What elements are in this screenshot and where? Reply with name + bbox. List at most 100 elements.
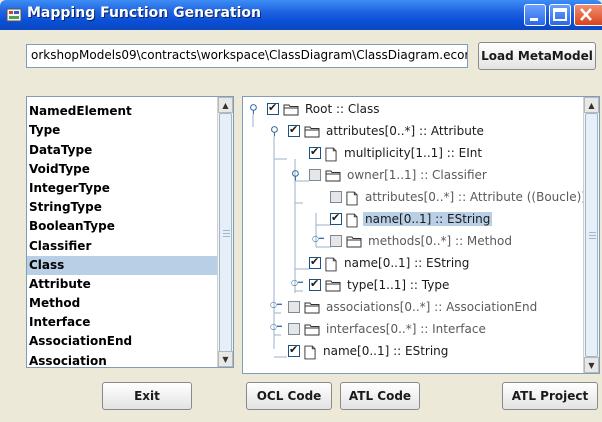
- folder-icon: [325, 279, 341, 292]
- class-tree[interactable]: ⚲Root :: Class⚲attributes[0..*] :: Attri…: [242, 96, 600, 374]
- scroll-grip-line: [223, 233, 230, 234]
- scroll-up-arrow[interactable]: ▲: [584, 97, 599, 113]
- tree-node-label: name[0..1] :: EString: [344, 256, 470, 270]
- close-icon: [580, 8, 592, 21]
- tree-node[interactable]: associations[0..*] :: AssociationEnd: [288, 297, 539, 317]
- tree-node-label: type[1..1] :: Type: [347, 278, 450, 292]
- title-bar[interactable]: Mapping Function Generation: [0, 0, 602, 30]
- maximize-icon: [553, 8, 567, 21]
- file-icon: [325, 147, 338, 161]
- class-list-item[interactable]: Type: [27, 121, 219, 140]
- scroll-grip-line: [223, 236, 230, 237]
- scroll-grip-line: [223, 230, 230, 231]
- scroll-grip-line: [589, 238, 596, 239]
- collapse-handle-icon[interactable]: ⚲: [249, 102, 258, 116]
- scroll-up-arrow[interactable]: ▲: [218, 97, 233, 113]
- class-list-item[interactable]: Association: [27, 352, 219, 367]
- minimize-icon: [530, 18, 538, 21]
- class-list-item[interactable]: AssociationEnd: [27, 332, 219, 351]
- scroll-down-arrow[interactable]: ▼: [584, 357, 599, 373]
- tree-node-label: Root :: Class: [305, 102, 380, 116]
- tree-node[interactable]: name[0..1] :: EString: [330, 209, 493, 229]
- class-list-item[interactable]: StringType: [27, 198, 219, 217]
- arrow-down-icon: ▼: [222, 354, 229, 364]
- arrow-down-icon: ▼: [588, 360, 595, 370]
- node-checkbox[interactable]: [288, 301, 300, 313]
- tree-node[interactable]: owner[1..1] :: Classifier: [309, 165, 489, 185]
- node-checkbox[interactable]: [309, 277, 321, 291]
- ocl-code-button[interactable]: OCL Code: [246, 382, 332, 410]
- folder-icon: [304, 301, 320, 314]
- tree-node-label: methods[0..*] :: Method: [368, 234, 512, 248]
- node-checkbox[interactable]: [288, 323, 300, 335]
- scroll-down-arrow[interactable]: ▼: [218, 351, 233, 367]
- close-button[interactable]: [574, 4, 602, 26]
- scroll-grip-line: [589, 232, 596, 233]
- class-list-item[interactable]: Attribute: [27, 275, 219, 294]
- node-checkbox[interactable]: [309, 145, 321, 159]
- tree-node-label: attributes[0..*] :: Attribute: [326, 124, 484, 138]
- scroll-thumb[interactable]: [219, 113, 232, 353]
- class-list-item[interactable]: DataType: [27, 141, 219, 160]
- tree-node-label: multiplicity[1..1] :: EInt: [344, 146, 483, 160]
- class-list-item[interactable]: Class: [27, 255, 219, 275]
- tree-node-label: interfaces[0..*] :: Interface: [326, 322, 486, 336]
- class-list-item[interactable]: IntegerType: [27, 179, 219, 198]
- node-checkbox[interactable]: [288, 343, 300, 357]
- expand-handle-icon[interactable]: ○━: [270, 300, 282, 309]
- file-icon: [325, 257, 338, 271]
- class-list-scrollbar[interactable]: ▲ ▼: [217, 97, 233, 367]
- window-title: Mapping Function Generation: [27, 5, 262, 21]
- expand-handle-icon[interactable]: ○━: [270, 322, 282, 331]
- tree-node[interactable]: attributes[0..*] :: Attribute: [288, 121, 486, 141]
- node-checkbox[interactable]: [330, 191, 342, 203]
- tree-node[interactable]: name[0..1] :: EString: [288, 341, 450, 361]
- tree-node[interactable]: Root :: Class: [267, 99, 381, 119]
- node-checkbox[interactable]: [309, 169, 321, 181]
- node-checkbox[interactable]: [288, 123, 300, 137]
- node-checkbox[interactable]: [309, 255, 321, 269]
- scroll-grip-line: [589, 235, 596, 236]
- folder-icon: [283, 103, 299, 116]
- tree-node-label: associations[0..*] :: AssociationEnd: [326, 300, 538, 314]
- class-list-item[interactable]: NamedElement: [27, 102, 219, 121]
- tree-node[interactable]: multiplicity[1..1] :: EInt: [309, 143, 484, 163]
- node-checkbox[interactable]: [267, 101, 279, 115]
- class-list-item[interactable]: VoidType: [27, 160, 219, 179]
- app-window: Mapping Function Generation orkshopModel…: [0, 0, 602, 422]
- expand-handle-icon[interactable]: ○━: [312, 234, 324, 243]
- class-list-item[interactable]: Method: [27, 294, 219, 313]
- scroll-thumb[interactable]: [585, 113, 598, 357]
- exit-button[interactable]: Exit: [102, 382, 192, 410]
- class-list-item[interactable]: BooleanType: [27, 217, 219, 236]
- atl-project-button[interactable]: ATL Project: [502, 382, 598, 410]
- tree-node[interactable]: type[1..1] :: Type: [309, 275, 451, 295]
- expand-handle-icon[interactable]: ○━: [291, 278, 303, 287]
- tree-node[interactable]: attributes[0..*] :: Attribute ((Boucle)): [330, 187, 588, 207]
- folder-icon: [304, 125, 320, 138]
- class-list-item[interactable]: Classifier: [27, 237, 219, 256]
- tree-scrollbar[interactable]: ▲ ▼: [583, 97, 599, 373]
- load-metamodel-button[interactable]: Load MetaModel: [478, 42, 596, 70]
- tree-node[interactable]: methods[0..*] :: Method: [330, 231, 514, 251]
- file-icon: [346, 191, 359, 205]
- app-icon: [6, 8, 22, 22]
- class-list[interactable]: ModelBaseNamedElementTypeDataTypeVoidTyp…: [26, 96, 234, 368]
- tree-node-label: owner[1..1] :: Classifier: [347, 168, 487, 182]
- node-checkbox[interactable]: [330, 211, 342, 225]
- tree-node[interactable]: interfaces[0..*] :: Interface: [288, 319, 488, 339]
- node-checkbox[interactable]: [330, 235, 342, 247]
- atl-code-button[interactable]: ATL Code: [340, 382, 420, 410]
- maximize-button[interactable]: [549, 4, 571, 26]
- class-list-items: ModelBaseNamedElementTypeDataTypeVoidTyp…: [27, 97, 219, 367]
- arrow-up-icon: ▲: [588, 100, 595, 110]
- tree-node-label: name[0..1] :: EString: [323, 344, 449, 358]
- class-list-item[interactable]: Interface: [27, 313, 219, 332]
- tree-node[interactable]: name[0..1] :: EString: [309, 253, 471, 273]
- metamodel-path-input[interactable]: orkshopModels09\contracts\workspace\Clas…: [26, 44, 468, 68]
- tree-node-label: name[0..1] :: EString: [363, 212, 493, 226]
- minimize-button[interactable]: [524, 4, 546, 26]
- arrow-up-icon: ▲: [222, 100, 229, 110]
- collapse-handle-icon[interactable]: ⚲: [291, 168, 300, 182]
- collapse-handle-icon[interactable]: ⚲: [270, 124, 279, 138]
